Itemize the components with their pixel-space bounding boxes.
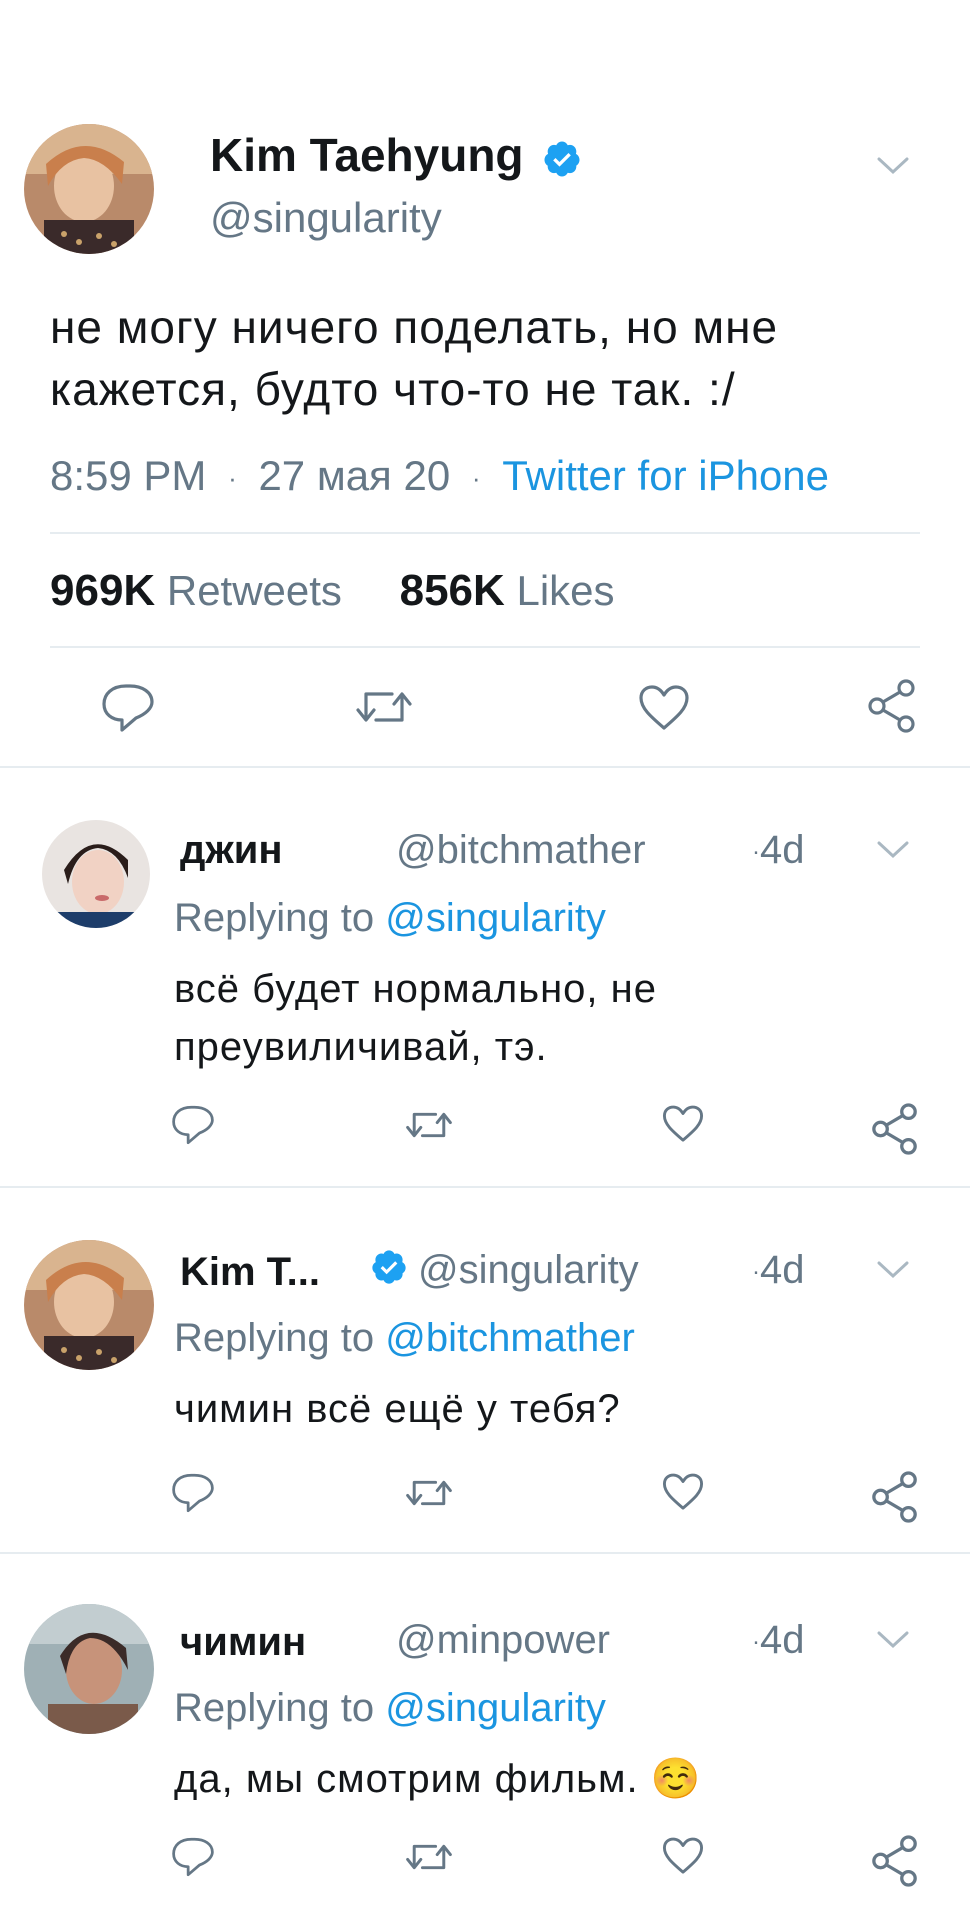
tweet-text: не могу ничего поделать, но мне кажется,… <box>50 296 778 420</box>
tweet-stats: 969K Retweets 856K Likes <box>50 566 615 616</box>
chevron-down-icon[interactable] <box>876 156 910 176</box>
meta-dot: · <box>471 463 481 494</box>
chevron-down-icon[interactable] <box>876 1260 910 1280</box>
replying-to: Replying to @bitchmather <box>174 1316 635 1361</box>
tweet-text-line: кажется, будто что-то не так. :/ <box>50 363 736 415</box>
tweet-meta: 8:59 PM · 27 мая 20 · Twitter for iPhone <box>50 452 829 500</box>
reply-tweet[interactable]: чимин @minpower ·4d Replying to @singula… <box>0 1554 970 1920</box>
reply-icon[interactable] <box>170 1104 216 1146</box>
tweet-date: 27 мая 20 <box>258 452 451 499</box>
reply-text: чимин всё ещё у тебя? <box>174 1380 874 1438</box>
reply-text-line: всё будет нормально, не <box>174 967 657 1011</box>
share-icon[interactable] <box>866 678 918 734</box>
author-avatar[interactable] <box>24 124 154 254</box>
author-handle[interactable]: @singularity <box>210 194 442 242</box>
verified-badge-icon <box>372 1250 406 1284</box>
retweet-icon[interactable] <box>406 1474 452 1512</box>
reply-icon[interactable] <box>170 1836 216 1878</box>
reply-author-name[interactable]: джин <box>180 828 283 873</box>
reply-time: ·4d <box>752 828 805 873</box>
reply-text-line: преувиличивай, тэ. <box>174 1025 548 1069</box>
share-icon[interactable] <box>870 1834 920 1888</box>
replying-to: Replying to @singularity <box>174 1686 606 1731</box>
divider <box>50 646 920 648</box>
likes-label: Likes <box>516 567 615 614</box>
like-icon[interactable] <box>662 1472 704 1512</box>
likes-stat[interactable]: 856K Likes <box>399 566 615 615</box>
retweets-stat[interactable]: 969K Retweets <box>50 566 354 615</box>
replying-prefix: Replying to <box>174 1686 375 1730</box>
reply-avatar[interactable] <box>24 1240 154 1370</box>
meta-dot: · <box>752 838 760 866</box>
reply-time: ·4d <box>752 1248 805 1293</box>
reply-avatar[interactable] <box>42 820 150 928</box>
reply-icon[interactable] <box>170 1472 216 1514</box>
reply-text: всё будет нормально, не преувиличивай, т… <box>174 960 874 1076</box>
share-icon[interactable] <box>870 1470 920 1524</box>
share-icon[interactable] <box>870 1102 920 1156</box>
reply-author-handle[interactable]: @bitchmather <box>396 828 646 873</box>
reply-time: ·4d <box>752 1618 805 1663</box>
replying-to: Replying to @singularity <box>174 896 606 941</box>
reply-time-text: 4d <box>760 1248 805 1292</box>
reply-author-name[interactable]: чимин <box>180 1620 306 1665</box>
retweet-icon[interactable] <box>406 1838 452 1876</box>
reply-avatar[interactable] <box>24 1604 154 1734</box>
author-name[interactable]: Kim Taehyung <box>210 128 582 182</box>
reply-text-line: да, мы смотрим фильм. ☺️ <box>174 1757 702 1801</box>
reply-author-handle[interactable]: @singularity <box>418 1248 639 1293</box>
reply-tweet[interactable]: джин @bitchmather ·4d Replying to @singu… <box>0 768 970 1188</box>
author-name-text: Kim Taehyung <box>210 129 524 181</box>
replying-to-handle[interactable]: @bitchmather <box>385 1316 635 1360</box>
replying-to-handle[interactable]: @singularity <box>385 1686 606 1730</box>
reply-author-name-text: Kim T... <box>180 1250 321 1294</box>
retweet-icon[interactable] <box>406 1106 452 1144</box>
reply-tweet[interactable]: Kim T... @singularity ·4d Replying to @b… <box>0 1188 970 1552</box>
like-icon[interactable] <box>638 684 690 732</box>
replying-prefix: Replying to <box>174 896 375 940</box>
meta-dot: · <box>752 1628 760 1656</box>
tweet-time: 8:59 PM <box>50 452 207 499</box>
retweets-count: 969K <box>50 566 156 615</box>
tweet-text-line: не могу ничего поделать, но мне <box>50 301 779 353</box>
main-tweet: Kim Taehyung @singularity не могу ничего… <box>0 0 970 768</box>
reply-text-line: чимин всё ещё у тебя? <box>174 1387 621 1431</box>
retweets-label: Retweets <box>166 567 342 614</box>
chevron-down-icon[interactable] <box>876 1630 910 1650</box>
reply-author-handle[interactable]: @minpower <box>396 1618 610 1663</box>
like-icon[interactable] <box>662 1104 704 1144</box>
replying-prefix: Replying to <box>174 1316 375 1360</box>
meta-dot: · <box>752 1258 760 1286</box>
tweet-source[interactable]: Twitter for iPhone <box>502 452 829 499</box>
like-icon[interactable] <box>662 1836 704 1876</box>
verified-badge-icon <box>544 141 580 177</box>
chevron-down-icon[interactable] <box>876 840 910 860</box>
reply-time-text: 4d <box>760 1618 805 1662</box>
reply-author-name[interactable]: Kim T... <box>180 1250 320 1295</box>
meta-dot: · <box>228 463 237 494</box>
divider <box>50 532 920 534</box>
reply-text: да, мы смотрим фильм. ☺️ <box>174 1750 874 1808</box>
retweet-icon[interactable] <box>356 684 412 730</box>
reply-time-text: 4d <box>760 828 805 872</box>
reply-icon[interactable] <box>100 682 156 734</box>
replying-to-handle[interactable]: @singularity <box>385 896 606 940</box>
likes-count: 856K <box>399 566 505 615</box>
